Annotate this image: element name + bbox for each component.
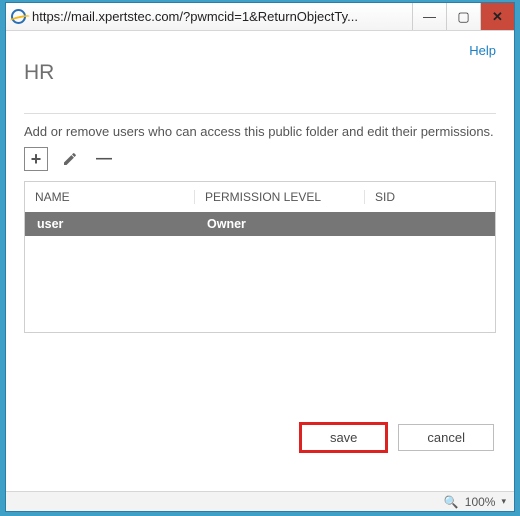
cell-permission: Owner [195, 217, 365, 231]
cancel-button[interactable]: cancel [398, 424, 494, 451]
dialog-window: https://mail.xpertstec.com/?pwmcid=1&Ret… [5, 2, 515, 512]
col-permission-header: PERMISSION LEVEL [195, 190, 365, 204]
zoom-dropdown-icon[interactable]: ▾ [501, 496, 506, 507]
table-header: NAME PERMISSION LEVEL SID [25, 182, 495, 212]
minimize-button[interactable]: — [412, 3, 446, 30]
help-link[interactable]: Help [469, 43, 496, 58]
zoom-level: 100% [465, 495, 496, 509]
col-sid-header: SID [365, 190, 495, 204]
permissions-table: NAME PERMISSION LEVEL SID user Owner [24, 181, 496, 333]
magnifier-icon: 🔍 [444, 495, 459, 509]
maximize-button[interactable]: ▢ [446, 3, 480, 30]
save-button[interactable]: save [301, 424, 386, 451]
add-button[interactable]: + [24, 147, 48, 171]
window-buttons: — ▢ ✕ [412, 3, 514, 30]
url-display: https://mail.xpertstec.com/?pwmcid=1&Ret… [30, 9, 412, 24]
table-row[interactable]: user Owner [25, 212, 495, 236]
toolbar: + — [24, 147, 496, 171]
remove-button[interactable]: — [92, 147, 116, 171]
edit-button[interactable] [58, 147, 82, 171]
close-button[interactable]: ✕ [480, 3, 514, 30]
pencil-icon [62, 151, 78, 167]
page-title: HR [24, 61, 496, 85]
client-area: Help HR Add or remove users who can acce… [6, 31, 514, 491]
footer-buttons: save cancel [301, 424, 494, 451]
permissions-section: Add or remove users who can access this … [24, 113, 496, 333]
table-body: user Owner [25, 212, 495, 332]
section-description: Add or remove users who can access this … [24, 124, 496, 139]
cell-name: user [25, 217, 195, 231]
titlebar: https://mail.xpertstec.com/?pwmcid=1&Ret… [6, 3, 514, 31]
ie-icon [6, 9, 30, 24]
status-bar: 🔍 100% ▾ [6, 491, 514, 511]
col-name-header: NAME [25, 190, 195, 204]
